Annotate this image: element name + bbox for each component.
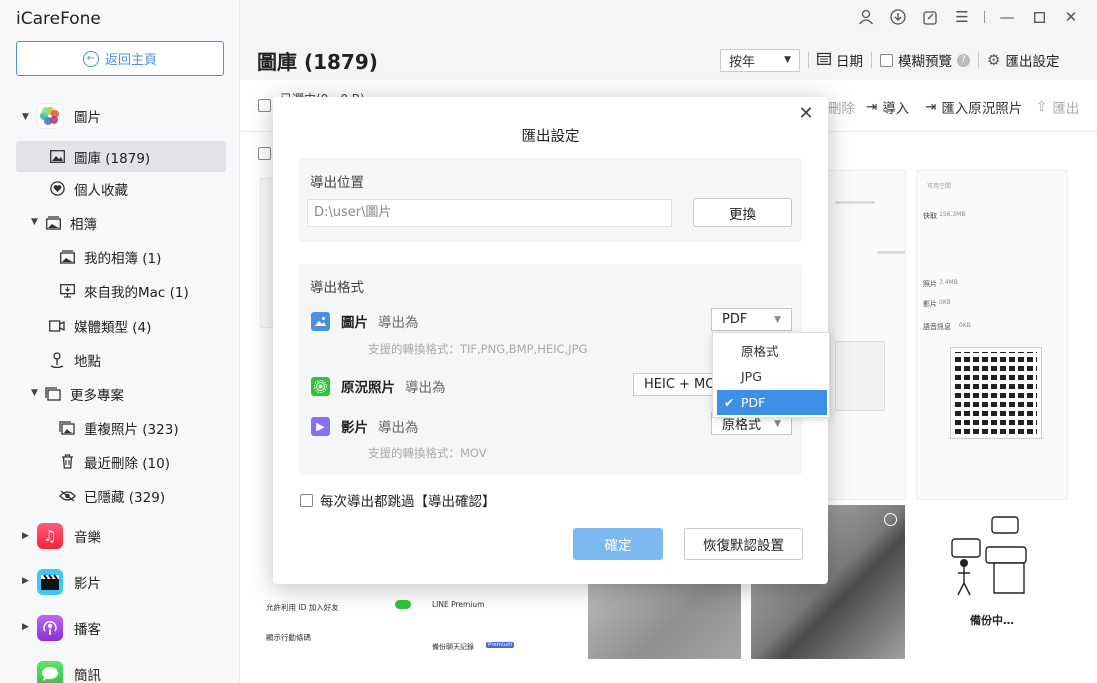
export-location-panel: 導出位置 D:\user\圖片 更換 bbox=[299, 158, 802, 242]
live-photo-format-row: 原況照片 導出為 bbox=[311, 376, 446, 396]
photo-format-dropdown[interactable]: PDF ▼ bbox=[711, 308, 792, 331]
photo-format-row: 圖片 導出為 bbox=[311, 311, 419, 331]
modal-overlay: ✕ 匯出設定 導出位置 D:\user\圖片 更換 導出格式 圖片 導出為 PD… bbox=[0, 0, 1097, 683]
video-format-row: ▶ 影片 導出為 bbox=[311, 416, 419, 436]
format-option-jpg[interactable]: JPG bbox=[717, 364, 827, 389]
photo-format-hint: 支援的轉換格式：TIF,PNG,BMP,HEIC,JPG bbox=[368, 342, 588, 356]
close-icon[interactable]: ✕ bbox=[796, 103, 816, 124]
dialog-title: 匯出設定 bbox=[521, 129, 580, 145]
photo-format-menu: 原格式 JPG ✔ PDF bbox=[712, 332, 830, 418]
confirm-button[interactable]: 確定 bbox=[573, 528, 663, 560]
caret-down-icon: ▼ bbox=[774, 314, 781, 325]
format-label: 導出格式 bbox=[310, 280, 364, 296]
option-label: JPG bbox=[741, 369, 762, 384]
location-label: 導出位置 bbox=[310, 175, 364, 191]
video-format-as: 導出為 bbox=[378, 420, 419, 436]
video-format-name: 影片 bbox=[341, 420, 368, 436]
skip-confirm-option[interactable]: 每次導出都跳過【導出確認】 bbox=[300, 490, 496, 510]
format-option-pdf[interactable]: ✔ PDF bbox=[717, 390, 827, 415]
option-label: 原格式 bbox=[741, 344, 779, 359]
skip-confirm-checkbox[interactable] bbox=[300, 493, 313, 507]
caret-down-icon: ▼ bbox=[774, 418, 781, 429]
reset-defaults-button[interactable]: 恢復默認設置 bbox=[684, 528, 803, 560]
live-photo-format-name: 原況照片 bbox=[341, 380, 395, 396]
export-path-input[interactable]: D:\user\圖片 bbox=[307, 199, 672, 227]
video-format-hint: 支援的轉換格式：MOV bbox=[368, 446, 487, 460]
video-play-icon: ▶ bbox=[311, 416, 330, 436]
photo-format-name: 圖片 bbox=[341, 315, 368, 331]
photo-type-icon bbox=[311, 311, 330, 331]
dropdown-value: PDF bbox=[722, 312, 748, 327]
checkmark-icon: ✔ bbox=[724, 395, 735, 410]
option-label: PDF bbox=[741, 395, 766, 410]
skip-confirm-label: 每次導出都跳過【導出確認】 bbox=[320, 494, 496, 510]
change-location-button[interactable]: 更換 bbox=[693, 198, 792, 227]
photo-format-as: 導出為 bbox=[378, 315, 419, 331]
live-photo-format-as: 導出為 bbox=[405, 380, 446, 396]
live-photo-icon bbox=[311, 376, 330, 396]
format-option-original[interactable]: 原格式 bbox=[717, 338, 827, 363]
